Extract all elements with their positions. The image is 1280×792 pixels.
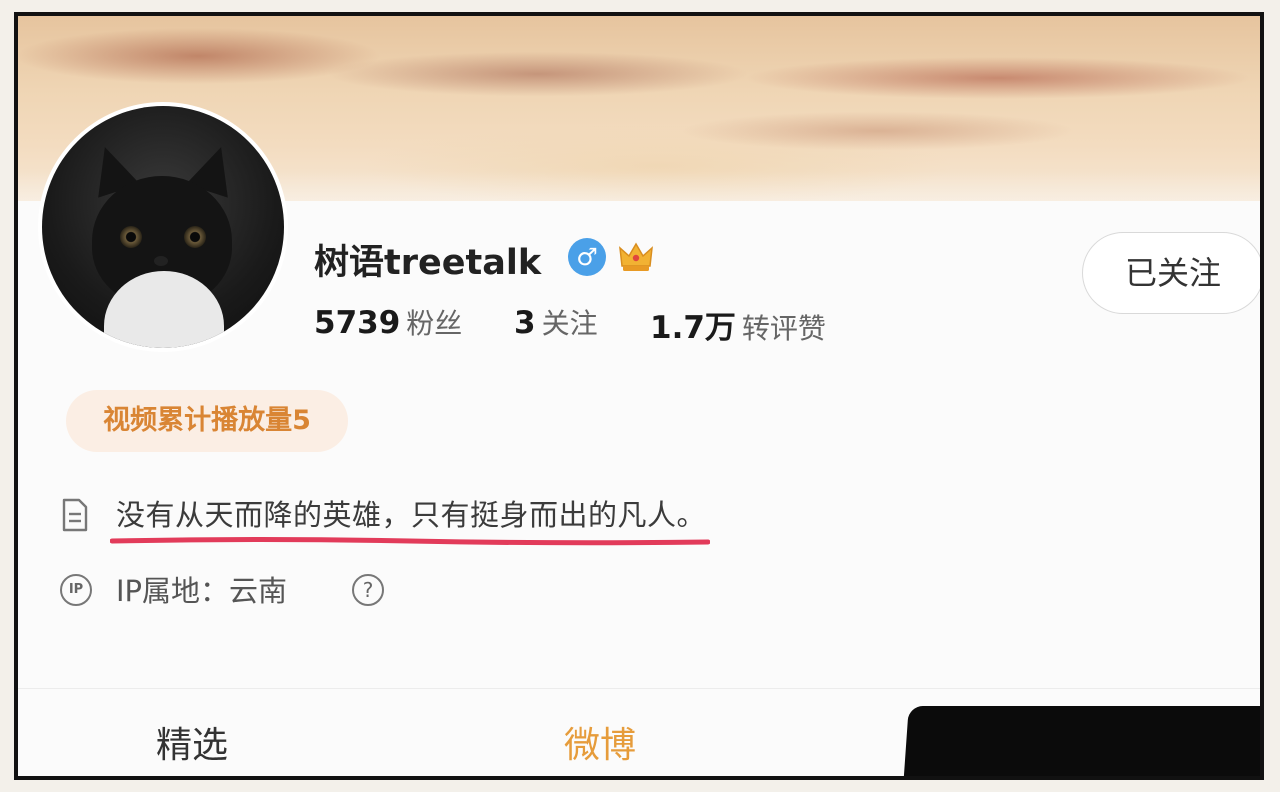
stat-following[interactable]: 3 关注 (514, 302, 598, 342)
followed-button[interactable]: 已关注 (1082, 232, 1260, 314)
stat-fans[interactable]: 5739 粉丝 (314, 302, 462, 342)
bio-red-underline (110, 537, 710, 546)
redaction-scribble (903, 706, 1260, 776)
cat-nose (154, 256, 168, 266)
cat-eye-right (184, 226, 206, 248)
bio-text: 没有从天而降的英雄，只有挺身而出的凡人。 (116, 498, 707, 532)
stat-following-label: 关注 (541, 307, 598, 340)
username: 树语treetalk (314, 243, 542, 283)
ip-icon: IP (60, 574, 92, 606)
ip-location-text: IP属地：云南 (116, 574, 288, 608)
crown-icon[interactable] (618, 240, 654, 274)
cat-eye-left (120, 226, 142, 248)
tab-featured[interactable]: 精选 (156, 716, 228, 768)
stat-fans-label: 粉丝 (406, 307, 463, 340)
avatar[interactable] (38, 102, 288, 352)
profile-screenshot-frame: 树语treetalk ♂ 已关注 5739 粉丝 3 关注 1.7万 转评赞 视频累计… (14, 12, 1264, 780)
tabs-divider (18, 688, 1260, 689)
stat-following-count: 3 (514, 305, 536, 341)
help-icon[interactable]: ? (352, 574, 384, 606)
male-symbol-icon: ♂ (568, 238, 606, 276)
stat-interactions[interactable]: 1.7万 转评赞 (650, 302, 826, 347)
document-icon (62, 498, 88, 532)
video-play-count-badge[interactable]: 视频累计播放量5 (66, 390, 348, 452)
tab-weibo[interactable]: 微博 (564, 716, 636, 768)
stat-interactions-count: 1.7万 (650, 310, 736, 346)
stat-interactions-label: 转评赞 (741, 312, 826, 345)
avatar-cat-image (42, 106, 284, 348)
stat-fans-count: 5739 (314, 305, 401, 341)
